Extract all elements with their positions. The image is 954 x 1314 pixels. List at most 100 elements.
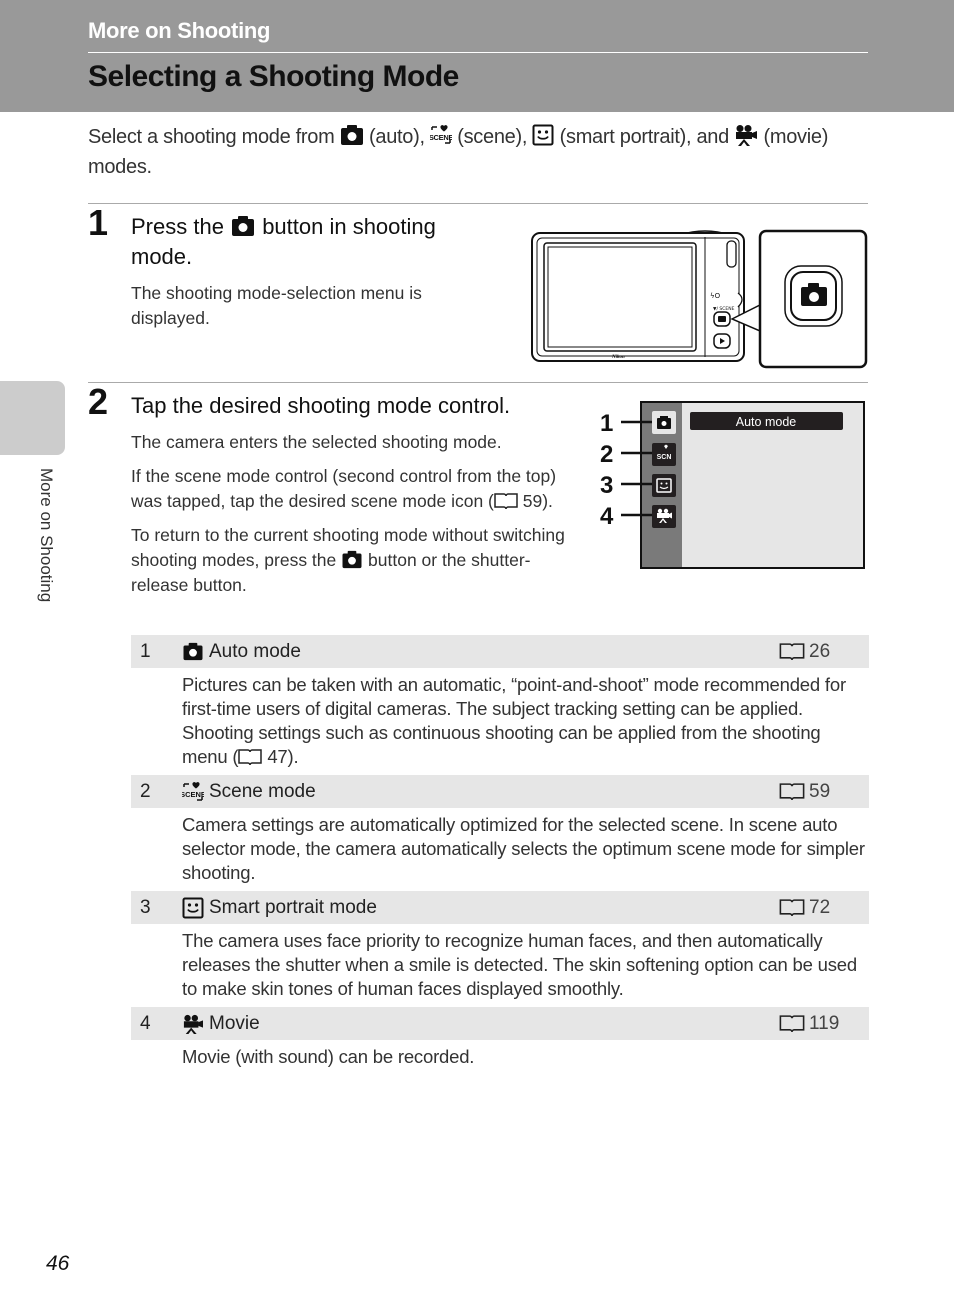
mode-title-cell: Auto mode xyxy=(182,641,779,663)
movie-icon xyxy=(657,508,663,514)
camera-back-illustration: ϟO ▼/ SCENE Nikon xyxy=(531,229,868,369)
mode-number: 2 xyxy=(140,780,151,802)
intro-text: (smart portrait), and xyxy=(559,126,730,148)
chapter-tab xyxy=(0,381,65,455)
book-reference-icon xyxy=(779,898,805,917)
scene-icon: SCENE xyxy=(182,781,204,803)
callout-number: 3 xyxy=(600,472,613,499)
camera-icon-lens xyxy=(661,421,667,426)
step-heading: Tap the desired shooting mode control. xyxy=(131,393,511,418)
movie-icon-reel xyxy=(663,508,669,514)
table-row[interactable]: 2 SCENE Scene mode 59 xyxy=(131,775,869,808)
step-paragraph: The camera enters the selected shooting … xyxy=(131,432,502,452)
step-paragraph: The shooting mode-selection menu is disp… xyxy=(131,283,422,328)
mode-description: Movie (with sound) can be recorded. xyxy=(182,1046,475,1067)
callout-number: 1 xyxy=(600,410,613,437)
svg-text:SCENE: SCENE xyxy=(182,790,204,799)
movie-icon xyxy=(734,124,758,146)
intro-paragraph: Select a shooting mode from (auto), SCEN… xyxy=(88,122,848,182)
book-reference-icon xyxy=(779,782,805,801)
page-ref-number: 26 xyxy=(809,640,831,662)
selected-mode-label: Auto mode xyxy=(736,415,797,429)
mode-title-cell: Smart portrait mode xyxy=(182,897,779,919)
callout-number: 4 xyxy=(600,503,614,530)
camera-icon xyxy=(718,316,726,322)
description-text: ). xyxy=(287,746,299,767)
intro-text: (scene), xyxy=(457,126,528,148)
step-paragraph: To return to the current shooting mode w… xyxy=(131,523,571,598)
shooting-modes-table: 1 Auto mode 26 Pictures can be taken wit… xyxy=(131,635,869,1075)
book-reference-icon xyxy=(779,1014,805,1033)
page-number: 46 xyxy=(46,1252,70,1275)
chapter-header: More on Shooting Selecting a Shooting Mo… xyxy=(0,0,954,112)
step-body: The shooting mode-selection menu is disp… xyxy=(131,281,481,340)
table-row[interactable]: 1 Auto mode 26 xyxy=(131,635,869,668)
scene-icon: SCN xyxy=(657,454,672,461)
step-divider xyxy=(88,203,868,204)
camera-icon-lens xyxy=(809,292,819,302)
step-paragraph: If the scene mode control (second contro… xyxy=(131,464,571,514)
mode-description: The camera uses face priority to recogni… xyxy=(182,930,857,999)
paragraph-text: ). xyxy=(542,491,553,511)
mode-description: Camera settings are automatically optimi… xyxy=(182,814,865,883)
eye xyxy=(665,482,668,485)
camera-screen xyxy=(543,242,697,352)
book-reference-icon xyxy=(238,748,263,766)
brand-logo: Nikon xyxy=(611,355,625,360)
step-number: 1 xyxy=(88,202,109,243)
table-row[interactable]: 4 Movie 119 xyxy=(131,1007,869,1040)
page-ref-number: 119 xyxy=(809,1012,840,1034)
mode-number: 3 xyxy=(140,896,151,918)
page-reference[interactable]: 72 xyxy=(779,897,869,919)
control-smart-portrait xyxy=(652,474,676,497)
camera-icon-top xyxy=(660,416,668,419)
mode-number: 4 xyxy=(140,1012,151,1034)
mode-title: Auto mode xyxy=(209,640,301,662)
page-ref-number: 72 xyxy=(809,896,831,918)
intro-text: (auto), xyxy=(369,126,425,148)
camera-icon xyxy=(341,550,363,569)
step-heading: Press the button in shooting mode. xyxy=(131,212,491,272)
chapter-tab-label: More on Shooting xyxy=(37,468,56,603)
page-reference[interactable]: 119 xyxy=(779,1013,869,1035)
mode-title-cell: Movie xyxy=(182,1013,779,1035)
header-divider xyxy=(88,52,868,53)
callout-number: 2 xyxy=(600,441,613,468)
button-label: ▼/ SCENE xyxy=(713,306,735,312)
page-link[interactable]: 59 xyxy=(523,491,542,511)
step-body: The camera enters the selected shooting … xyxy=(131,430,571,607)
intro-text: Select a shooting mode from xyxy=(88,126,335,148)
page-ref-number: 59 xyxy=(809,780,831,802)
smart-portrait-icon xyxy=(532,124,554,146)
section-title: More on Shooting xyxy=(88,18,271,43)
camera-icon-top xyxy=(808,283,819,288)
step-number: 2 xyxy=(88,381,109,422)
camera-icon xyxy=(340,124,364,146)
mode-selection-menu-illustration: Auto mode 1 2 3 4 SCN xyxy=(600,401,865,569)
mode-number: 1 xyxy=(140,640,151,662)
smart-portrait-icon xyxy=(182,897,204,919)
mode-description: Pictures can be taken with an automatic,… xyxy=(131,668,869,775)
scene-icon: SCENE xyxy=(430,124,452,146)
paragraph-text: If the scene mode control (second contro… xyxy=(131,466,557,511)
movie-icon-body xyxy=(657,513,669,518)
mode-title: Scene mode xyxy=(209,780,316,802)
table-row[interactable]: 3 Smart portrait mode 72 xyxy=(131,891,869,924)
page-reference[interactable]: 26 xyxy=(779,641,869,663)
camera-icon xyxy=(230,215,256,237)
mode-title: Smart portrait mode xyxy=(209,896,377,918)
step-divider xyxy=(88,382,868,383)
eye xyxy=(660,482,663,485)
page-title: Selecting a Shooting Mode xyxy=(88,60,459,93)
svg-text:SCENE: SCENE xyxy=(430,133,452,142)
page-reference[interactable]: 59 xyxy=(779,781,869,803)
book-reference-icon xyxy=(494,492,518,510)
movie-icon xyxy=(182,1014,204,1034)
page-link[interactable]: 47 xyxy=(267,746,287,767)
step-heading-text: Press the xyxy=(131,214,224,239)
flash-indicator: ϟO xyxy=(710,292,721,300)
mode-title: Movie xyxy=(209,1012,260,1034)
mode-title-cell: SCENE Scene mode xyxy=(182,781,779,803)
camera-icon xyxy=(182,642,204,661)
book-reference-icon xyxy=(779,642,805,661)
